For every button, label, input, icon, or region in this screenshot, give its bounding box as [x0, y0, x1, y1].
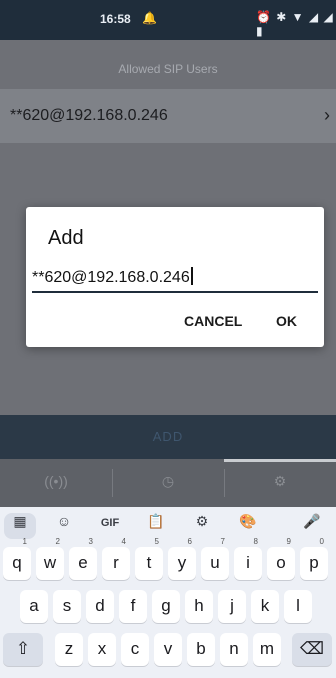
gif-button[interactable]: GIF: [94, 513, 126, 539]
key-d[interactable]: d: [86, 590, 114, 623]
key-hint: 1: [22, 537, 27, 546]
key-hint: 3: [88, 537, 93, 546]
key-r[interactable]: r4: [102, 537, 130, 580]
status-bar: 16:58 🔔 ⏰ ✱ ▼ ◢ ◢ ▮: [0, 0, 336, 40]
key-hint: 4: [121, 537, 126, 546]
page-title: Allowed SIP Users: [118, 62, 218, 76]
tab-settings[interactable]: ⚙: [224, 459, 336, 507]
keyboard-settings-icon[interactable]: ⚙: [186, 513, 218, 539]
key-q[interactable]: q1: [3, 537, 31, 580]
key-f[interactable]: f: [119, 590, 147, 623]
theme-palette-icon[interactable]: 🎨: [232, 513, 264, 539]
cancel-button[interactable]: CANCEL: [184, 313, 242, 329]
chevron-right-icon: ›: [324, 105, 330, 125]
key-z[interactable]: z: [55, 633, 83, 666]
key-a[interactable]: a: [20, 590, 48, 623]
key-w[interactable]: w2: [36, 537, 64, 580]
clock-icon: ◷: [161, 473, 175, 489]
shift-key[interactable]: ⇧: [3, 633, 43, 666]
sip-user-label: **620@192.168.0.246: [10, 107, 168, 124]
tab-history[interactable]: ◷: [112, 459, 224, 507]
key-l[interactable]: l: [284, 590, 312, 623]
key-k[interactable]: k: [251, 590, 279, 623]
key-t[interactable]: t5: [135, 537, 163, 580]
key-y[interactable]: y6: [168, 537, 196, 580]
key-j[interactable]: j: [218, 590, 246, 623]
backspace-key[interactable]: ⌫: [292, 633, 332, 666]
key-hint: 8: [253, 537, 258, 546]
key-n[interactable]: n: [220, 633, 248, 666]
key-h[interactable]: h: [185, 590, 213, 623]
active-tab-indicator: [224, 459, 336, 462]
key-hint: 7: [220, 537, 225, 546]
apps-grid-icon[interactable]: ▦: [4, 513, 36, 539]
key-g[interactable]: g: [152, 590, 180, 623]
key-u[interactable]: u7: [201, 537, 229, 580]
key-hint: 2: [55, 537, 60, 546]
onscreen-keyboard: ▦ ☺ GIF 📋 ⚙ 🎨 🎤 q1w2e3r4t5y6u7i8o9p0 asdf…: [0, 507, 336, 678]
add-button-label: ADD: [152, 429, 184, 444]
emoji-icon[interactable]: ☺: [48, 513, 80, 539]
key-hint: 0: [319, 537, 324, 546]
key-hint: 6: [187, 537, 192, 546]
status-time: 16:58: [100, 12, 131, 26]
ok-button[interactable]: OK: [276, 313, 297, 329]
broadcast-icon: ((•)): [44, 473, 68, 489]
key-hint: 5: [154, 537, 159, 546]
add-dialog: Add **620@192.168.0.246 CANCEL OK: [26, 207, 324, 347]
sip-user-row[interactable]: **620@192.168.0.246 ›: [0, 89, 336, 143]
key-b[interactable]: b: [187, 633, 215, 666]
status-icons: ⏰ ✱ ▼ ◢ ◢ ▮: [256, 10, 334, 38]
key-c[interactable]: c: [121, 633, 149, 666]
clipboard-icon[interactable]: 📋: [140, 513, 172, 539]
sip-address-input[interactable]: **620@192.168.0.246: [32, 265, 318, 293]
microphone-icon[interactable]: 🎤: [296, 513, 328, 539]
notification-icon: 🔔: [142, 11, 157, 25]
key-i[interactable]: i8: [234, 537, 262, 580]
key-e[interactable]: e3: [69, 537, 97, 580]
key-m[interactable]: m: [253, 633, 281, 666]
dialog-title: Add: [48, 227, 84, 249]
key-v[interactable]: v: [154, 633, 182, 666]
key-s[interactable]: s: [53, 590, 81, 623]
key-hint: 9: [286, 537, 291, 546]
key-o[interactable]: o9: [267, 537, 295, 580]
bottom-tabs: ((•)) ◷ ⚙: [0, 459, 336, 507]
input-value: **620@192.168.0.246: [32, 269, 190, 286]
key-p[interactable]: p0: [300, 537, 328, 580]
gear-icon: ⚙: [273, 473, 287, 489]
key-x[interactable]: x: [88, 633, 116, 666]
add-button[interactable]: ADD: [0, 415, 336, 459]
text-caret: [190, 267, 193, 285]
tab-broadcast[interactable]: ((•)): [0, 459, 112, 507]
